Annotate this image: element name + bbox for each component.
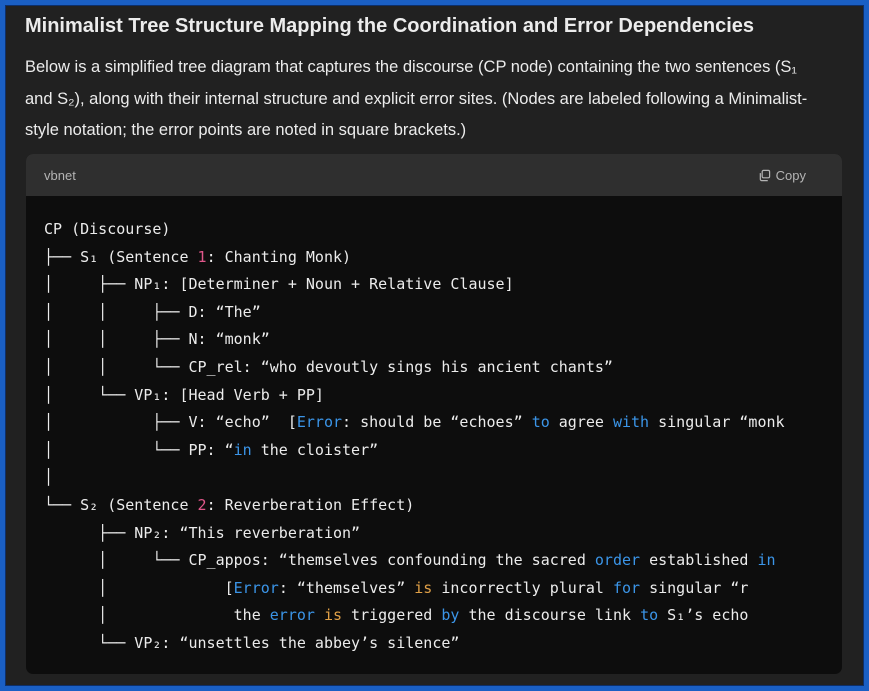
code-language-label: vbnet bbox=[44, 167, 76, 183]
code-token: established bbox=[640, 551, 758, 570]
code-token: CP (Discourse) bbox=[44, 220, 171, 238]
code-token: incorrectly plural bbox=[432, 578, 613, 597]
code-token: is bbox=[323, 606, 343, 625]
code-line: │ the error is triggered by the discours… bbox=[44, 602, 842, 630]
code-token: to bbox=[640, 606, 659, 625]
code-line: ├── NP₂: “This reverberation” bbox=[44, 520, 842, 548]
code-token: to bbox=[531, 413, 550, 432]
code-token: │ [ bbox=[44, 578, 234, 597]
code-token: ├── S₁ (Sentence bbox=[44, 247, 198, 266]
code-token: │ ├── V: “echo” [ bbox=[44, 413, 297, 432]
code-token: in bbox=[233, 440, 252, 459]
code-content: CP (Discourse) ├── S₁ (Sentence 1: Chanti… bbox=[44, 216, 842, 658]
code-token: the cloister” bbox=[251, 440, 379, 459]
code-token: └── VP₂: “unsettles the abbey’s silence” bbox=[44, 633, 460, 652]
copy-button[interactable]: Copy bbox=[758, 168, 806, 183]
code-line: │ [Error: “themselves” is incorrectly pl… bbox=[44, 575, 842, 603]
code-line: │ └── CP_appos: “themselves confounding … bbox=[44, 547, 842, 575]
code-line: │ └── VP₁: [Head Verb + PP] bbox=[44, 382, 842, 410]
code-token: in bbox=[757, 551, 776, 570]
code-token: : should be “echoes” bbox=[342, 413, 532, 432]
copy-label: Copy bbox=[775, 167, 806, 183]
code-token: : Reverberation Effect) bbox=[206, 495, 415, 514]
code-token: ├── NP₂: “This reverberation” bbox=[44, 523, 361, 542]
code-block-header: vbnet Copy bbox=[26, 154, 842, 196]
code-token: : “themselves” bbox=[278, 578, 415, 597]
code-token: singular “monk bbox=[649, 413, 785, 432]
code-line: └── VP₂: “unsettles the abbey’s silence” bbox=[44, 630, 842, 658]
code-token: 2 bbox=[197, 495, 207, 514]
code-token: │ └── PP: “ bbox=[44, 440, 234, 459]
code-token: │ │ ├── D: “The” bbox=[44, 302, 261, 321]
code-token: │ └── VP₁: [Head Verb + PP] bbox=[44, 385, 324, 404]
code-token: is bbox=[414, 578, 433, 597]
code-token: with bbox=[612, 413, 650, 432]
code-token: └── S₂ (Sentence bbox=[44, 495, 198, 514]
code-token: Error bbox=[233, 578, 279, 597]
code-line: │ │ ├── N: “monk” bbox=[44, 326, 842, 354]
code-token: │ └── CP_appos: “themselves confounding … bbox=[44, 551, 595, 570]
code-line: └── S₂ (Sentence 2: Reverberation Effect… bbox=[44, 492, 842, 520]
code-token: │ │ ├── N: “monk” bbox=[44, 330, 270, 349]
section-heading: Minimalist Tree Structure Mapping the Co… bbox=[25, 15, 754, 37]
code-token: │ ├── NP₁: [Determiner + Noun + Relative… bbox=[44, 275, 514, 294]
chat-message: Minimalist Tree Structure Mapping the Co… bbox=[5, 5, 864, 686]
code-token: for bbox=[612, 578, 641, 597]
code-token: Error bbox=[296, 413, 343, 432]
code-line: │ ├── V: “echo” [Error: should be “echoe… bbox=[44, 409, 842, 437]
code-token: 1 bbox=[197, 247, 207, 266]
code-token: : Chanting Monk) bbox=[206, 247, 352, 266]
code-line: │ │ ├── D: “The” bbox=[44, 299, 842, 327]
code-line: │ bbox=[44, 464, 842, 492]
code-line: │ │ └── CP_rel: “who devoutly sings his … bbox=[44, 354, 842, 382]
code-line: ├── S₁ (Sentence 1: Chanting Monk) bbox=[44, 244, 842, 272]
code-token: │ the bbox=[44, 606, 270, 625]
code-line: CP (Discourse) bbox=[44, 216, 842, 244]
code-token: S₁’s echo bbox=[658, 606, 749, 625]
code-token: the discourse link bbox=[459, 606, 641, 625]
code-line: │ └── PP: “in the cloister” bbox=[44, 437, 842, 465]
code-token: │ │ └── CP_rel: “who devoutly sings his … bbox=[44, 357, 613, 376]
code-token: │ bbox=[44, 468, 54, 487]
code-token: singular “r bbox=[640, 578, 749, 597]
code-line: │ ├── NP₁: [Determiner + Noun + Relative… bbox=[44, 271, 842, 299]
code-token: error bbox=[269, 606, 315, 625]
code-token: order bbox=[594, 551, 641, 570]
code-block: vbnet Copy CP (Discourse) ├── S₁ (Sentenc… bbox=[26, 154, 842, 674]
code-token: triggered bbox=[342, 606, 442, 625]
code-token: by bbox=[441, 606, 460, 625]
intro-paragraph: Below is a simplified tree diagram that … bbox=[25, 58, 808, 139]
code-token: agree bbox=[549, 413, 613, 432]
copy-icon bbox=[759, 169, 770, 181]
